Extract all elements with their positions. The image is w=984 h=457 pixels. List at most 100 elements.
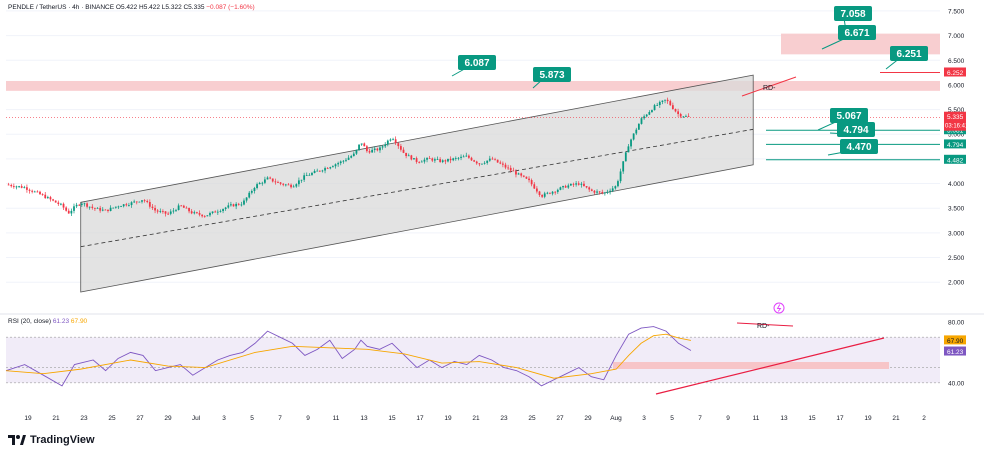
candle-body: [167, 213, 170, 215]
candle-body: [420, 161, 423, 163]
candle-body: [379, 147, 381, 151]
candle-body: [423, 159, 426, 162]
candle-body: [316, 170, 319, 172]
candle-body: [496, 159, 499, 163]
candle-body: [428, 158, 431, 159]
candle-body: [418, 161, 421, 163]
candle-body: [575, 183, 578, 185]
time-tick-label: 29: [164, 415, 172, 422]
candle-body: [146, 200, 149, 202]
candle-body: [596, 191, 598, 193]
candle-body: [227, 205, 230, 208]
candle-body: [559, 187, 562, 190]
tradingview-branding[interactable]: TradingView: [8, 434, 95, 446]
candle-body: [203, 216, 206, 218]
candle-body: [554, 191, 557, 193]
candle-body: [486, 160, 489, 163]
candle-body: [177, 205, 180, 211]
candle-body: [622, 161, 625, 172]
time-tick-label: 13: [360, 415, 368, 422]
price-chart[interactable]: 7.5007.0006.5006.0005.5005.0004.5004.000…: [0, 0, 984, 457]
candle-body: [70, 210, 73, 214]
candle-body: [245, 197, 248, 201]
time-tick-label: 7: [278, 415, 282, 422]
candle-body: [601, 192, 604, 194]
candle-body: [674, 109, 677, 112]
candle-body: [18, 186, 20, 187]
candle-body: [551, 191, 554, 194]
candle-body: [188, 208, 190, 212]
candle-body: [284, 184, 287, 186]
candle-body: [237, 203, 240, 205]
candle-body: [538, 191, 541, 195]
candle-body: [564, 185, 567, 188]
candle-body: [617, 181, 619, 187]
candle-body: [41, 194, 44, 196]
candle-body: [224, 207, 227, 210]
candle-body: [164, 211, 167, 214]
candle-body: [329, 167, 332, 169]
candle-body: [287, 184, 290, 186]
candle-body: [376, 148, 379, 151]
candle-body: [588, 187, 591, 190]
candle-body: [172, 210, 175, 212]
candle-body: [499, 162, 502, 164]
candle-body: [454, 157, 457, 159]
time-tick-label: 19: [864, 415, 872, 422]
candle-body: [352, 153, 355, 157]
time-tick-label: 3: [642, 415, 646, 422]
candle-body: [243, 200, 245, 205]
callout-label: 4.470: [846, 142, 871, 153]
candle-body: [583, 183, 585, 187]
candle-body: [148, 201, 151, 207]
candle-body: [635, 129, 638, 134]
candle-body: [624, 152, 627, 162]
price-tick-label: 2.500: [948, 255, 965, 262]
candle-body: [666, 99, 669, 102]
candle-body: [410, 155, 413, 160]
candle-body: [481, 163, 483, 165]
candle-body: [279, 182, 282, 184]
candle-body: [198, 212, 201, 215]
candle-body: [426, 158, 428, 160]
candle-body: [381, 146, 384, 148]
candle-body: [154, 207, 156, 211]
axis-price-tag-label: 6.252: [947, 70, 964, 77]
candle-body: [33, 191, 36, 193]
candle-body: [475, 161, 478, 164]
time-tick-label: 29: [584, 415, 592, 422]
time-tick-label: 17: [836, 415, 844, 422]
candle-body: [465, 155, 468, 157]
time-tick-label: 27: [556, 415, 564, 422]
candle-body: [303, 175, 306, 180]
callout-label: 7.058: [840, 9, 865, 20]
candle-body: [151, 206, 154, 208]
candle-body: [541, 194, 544, 197]
rsi-tick-label: 80.00: [948, 320, 965, 327]
candle-body: [360, 143, 363, 145]
candle-body: [271, 178, 274, 182]
time-tick-label: 21: [472, 415, 480, 422]
candle-body: [392, 139, 394, 141]
time-tick-label: 5: [250, 415, 254, 422]
candle-body: [402, 149, 405, 153]
candle-body: [101, 209, 104, 211]
last-price-label: 5.335: [947, 114, 964, 121]
price-tick-label: 4.000: [948, 181, 965, 188]
candle-body: [305, 175, 308, 177]
candle-body: [269, 177, 272, 179]
candle-body: [141, 200, 143, 202]
candle-body: [133, 201, 136, 203]
candle-body: [292, 186, 295, 188]
candle-body: [232, 204, 235, 207]
candle-body: [122, 204, 125, 207]
candle-body: [562, 185, 564, 188]
candle-body: [389, 139, 392, 141]
candle-body: [26, 187, 28, 190]
callout-label: 6.671: [844, 28, 869, 39]
time-tick-label: 21: [52, 415, 60, 422]
price-tick-label: 7.500: [948, 8, 965, 15]
candle-body: [494, 159, 496, 161]
candle-body: [31, 190, 34, 192]
candle-body: [342, 160, 345, 162]
